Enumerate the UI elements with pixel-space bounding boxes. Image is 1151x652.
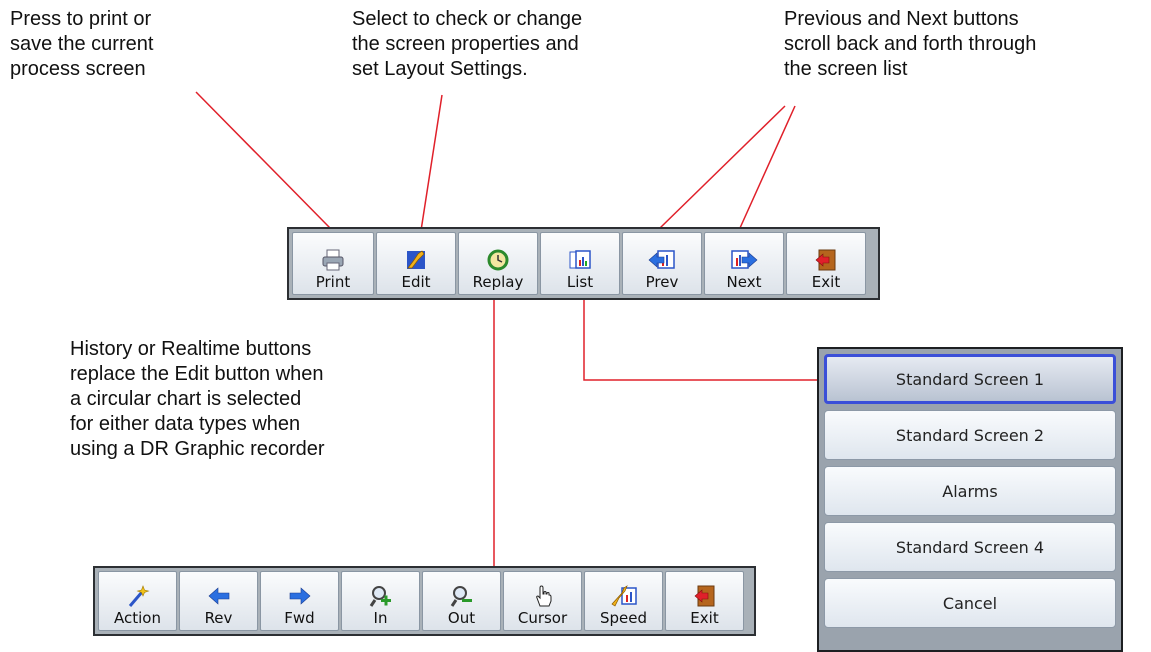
print-callout: Press to print or save the current proce… <box>10 8 154 80</box>
prev-label: Prev <box>645 273 679 291</box>
fwd-label: Fwd <box>284 609 315 627</box>
list-icon <box>568 248 592 273</box>
replay-exit-button[interactable]: Exit <box>665 571 744 631</box>
main-toolbar: Print Edit Replay List Prev Next Exit <box>287 227 880 300</box>
speed-label: Speed <box>599 609 648 627</box>
replay-label: Replay <box>472 273 524 291</box>
hand-cursor-icon <box>531 584 555 609</box>
printer-icon <box>321 248 345 273</box>
next-leader-line <box>739 105 796 229</box>
edit-callout: Select to check or change the screen pro… <box>352 8 583 80</box>
list-button[interactable]: List <box>540 232 620 295</box>
cursor-label: Cursor <box>517 609 568 627</box>
speed-button[interactable]: Speed <box>584 571 663 631</box>
next-icon <box>730 248 758 273</box>
edit-label: Edit <box>401 273 431 291</box>
replay-button[interactable]: Replay <box>458 232 538 295</box>
zoom-in-button[interactable]: In <box>341 571 420 631</box>
replay-exit-label: Exit <box>690 609 719 627</box>
prev-leader-line <box>659 105 786 229</box>
zoom-out-icon <box>450 584 474 609</box>
zoom-out-label: Out <box>447 609 476 627</box>
next-button[interactable]: Next <box>704 232 784 295</box>
fwd-button[interactable]: Fwd <box>260 571 339 631</box>
exit-button[interactable]: Exit <box>786 232 866 295</box>
zoom-in-label: In <box>373 609 388 627</box>
prev-icon <box>648 248 676 273</box>
menu-item-alarms[interactable]: Alarms <box>824 466 1116 516</box>
edit-button[interactable]: Edit <box>376 232 456 295</box>
rev-button[interactable]: Rev <box>179 571 258 631</box>
cursor-button[interactable]: Cursor <box>503 571 582 631</box>
prevnext-callout: Previous and Next buttons scroll back an… <box>784 8 1037 80</box>
print-leader-line <box>195 91 331 229</box>
zoom-out-button[interactable]: Out <box>422 571 501 631</box>
history-callout: History or Realtime buttons replace the … <box>70 338 325 460</box>
action-label: Action <box>114 609 161 627</box>
menu-item-standard-screen-1[interactable]: Standard Screen 1 <box>824 354 1116 404</box>
menu-item-standard-screen-4[interactable]: Standard Screen 4 <box>824 522 1116 572</box>
next-label: Next <box>726 273 762 291</box>
wand-icon <box>126 584 150 609</box>
print-label: Print <box>315 273 351 291</box>
print-button[interactable]: Print <box>292 232 374 295</box>
exit-label: Exit <box>811 273 841 291</box>
exit-icon <box>814 248 838 273</box>
list-leader-line <box>583 300 818 381</box>
rev-label: Rev <box>204 609 233 627</box>
exit-icon <box>693 584 717 609</box>
menu-item-cancel[interactable]: Cancel <box>824 578 1116 628</box>
list-label: List <box>566 273 594 291</box>
replay-icon <box>486 248 510 273</box>
speed-icon <box>610 584 638 609</box>
prev-button[interactable]: Prev <box>622 232 702 295</box>
edit-icon <box>404 248 428 273</box>
arrow-right-icon <box>288 584 312 609</box>
screen-list-menu: Standard Screen 1 Standard Screen 2 Alar… <box>817 347 1123 652</box>
action-button[interactable]: Action <box>98 571 177 631</box>
menu-item-standard-screen-2[interactable]: Standard Screen 2 <box>824 410 1116 460</box>
arrow-left-icon <box>207 584 231 609</box>
replay-toolbar: Action Rev Fwd In Out Cursor Speed Exit <box>93 566 756 636</box>
zoom-in-icon <box>369 584 393 609</box>
